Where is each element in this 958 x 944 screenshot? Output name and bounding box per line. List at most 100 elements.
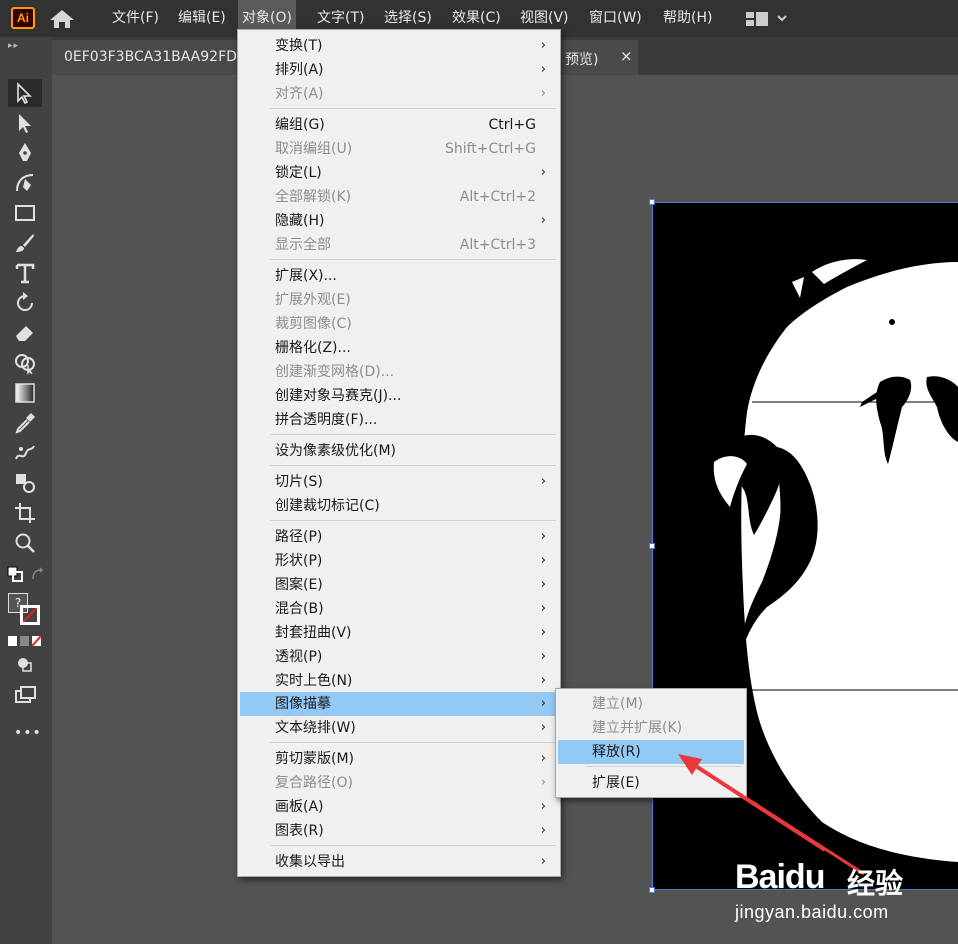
screen-mode-icon[interactable] xyxy=(8,681,42,709)
chevron-right-icon: › xyxy=(540,553,546,568)
curvature-tool-icon[interactable] xyxy=(8,169,42,197)
chevron-right-icon: › xyxy=(540,62,546,77)
menu-separator xyxy=(270,434,556,435)
chevron-right-icon: › xyxy=(540,529,546,544)
menu-help[interactable]: 帮助(H) xyxy=(659,0,716,37)
chevron-right-icon: › xyxy=(540,854,546,869)
menu-item-flatten-transparency[interactable]: 拼合透明度(F)... xyxy=(240,408,558,432)
chevron-right-icon: › xyxy=(540,38,546,53)
draw-mode-icon[interactable] xyxy=(8,651,42,679)
menu-edit[interactable]: 编辑(E) xyxy=(174,0,230,37)
menu-item-align: 对齐(A) › xyxy=(240,82,558,106)
menu-item-envelope-distort[interactable]: 封套扭曲(V) › xyxy=(240,621,558,645)
menu-item-object-mosaic[interactable]: 创建对象马赛克(J)... xyxy=(240,384,558,408)
menu-separator xyxy=(270,520,556,521)
menu-item-unlock-all: 全部解锁(K) Alt+Ctrl+2 xyxy=(275,189,536,205)
submenu-item-make: 建立(M) xyxy=(592,696,644,712)
menu-item-compound-path: 复合路径(O) › xyxy=(240,771,558,795)
gradient-tool-icon[interactable] xyxy=(8,379,42,407)
color-mode-icons[interactable] xyxy=(8,635,42,647)
rotate-tool-icon[interactable] xyxy=(8,289,42,317)
eraser-tool-icon[interactable] xyxy=(8,319,42,347)
chevron-right-icon: › xyxy=(540,577,546,592)
menu-item-hide[interactable]: 隐藏(H) › xyxy=(240,209,558,233)
puppet-warp-tool-icon[interactable] xyxy=(8,439,42,467)
watermark-brand-cn: 经验 xyxy=(847,868,904,899)
chevron-right-icon: › xyxy=(540,165,546,180)
tools-panel: ▸▸ ? ••• xyxy=(0,37,52,944)
symbol-sprayer-tool-icon[interactable] xyxy=(8,469,42,497)
menu-item-transform[interactable]: 变换(T) › xyxy=(240,34,558,58)
menu-item-trim-marks[interactable]: 创建裁切标记(C) xyxy=(240,494,558,518)
menu-item-slice[interactable]: 切片(S) › xyxy=(240,470,558,494)
chevron-right-icon: › xyxy=(540,625,546,640)
menu-item-perspective[interactable]: 透视(P) › xyxy=(240,645,558,669)
chevron-right-icon: › xyxy=(540,823,546,838)
chevron-right-icon: › xyxy=(540,601,546,616)
menu-item-path[interactable]: 路径(P) › xyxy=(240,525,558,549)
menu-separator xyxy=(270,742,556,743)
menu-window[interactable]: 窗口(W) xyxy=(585,0,646,37)
menu-item-crop-image: 裁剪图像(C) xyxy=(275,316,352,332)
app-logo: Ai xyxy=(11,7,35,29)
swap-fill-stroke-icon[interactable] xyxy=(30,567,46,581)
stroke-swatch[interactable] xyxy=(20,605,40,625)
chevron-right-icon: › xyxy=(540,720,546,735)
watermark-url: jingyan.baidu.com xyxy=(735,902,889,922)
menu-item-image-trace[interactable]: 图像描摹 › xyxy=(240,692,558,716)
menu-item-graph[interactable]: 图表(R) › xyxy=(240,819,558,843)
chevron-right-icon: › xyxy=(540,86,546,101)
menu-separator xyxy=(270,259,556,260)
eyedropper-tool-icon[interactable] xyxy=(8,409,42,437)
menu-item-group[interactable]: 编组(G) Ctrl+G xyxy=(240,113,558,137)
selection-handle[interactable] xyxy=(649,543,655,549)
watermark: Baidu 经验 jingyan.baidu.com xyxy=(735,858,945,928)
more-tools-icon[interactable]: ••• xyxy=(14,725,42,741)
selection-handle[interactable] xyxy=(649,887,655,893)
menu-file[interactable]: 文件(F) xyxy=(108,0,163,37)
menu-item-lock[interactable]: 锁定(L) › xyxy=(240,161,558,185)
menu-item-pixel-perfect[interactable]: 设为像素级优化(M) xyxy=(240,439,558,463)
menu-item-artboards[interactable]: 画板(A) › xyxy=(240,795,558,819)
menu-item-pattern[interactable]: 图案(E) › xyxy=(240,573,558,597)
panel-grip-icon[interactable]: ▸▸ xyxy=(8,41,19,51)
menu-item-collect-for-export[interactable]: 收集以导出 › xyxy=(240,850,558,874)
selection-handle[interactable] xyxy=(649,199,655,205)
submenu-item-make-and-expand: 建立并扩展(K) xyxy=(592,720,683,736)
menu-item-rasterize[interactable]: 栅格化(Z)... xyxy=(240,336,558,360)
chevron-right-icon: › xyxy=(540,213,546,228)
pen-tool-icon[interactable] xyxy=(8,139,42,167)
paintbrush-tool-icon[interactable] xyxy=(8,229,42,257)
default-fill-stroke-icon[interactable] xyxy=(7,566,23,582)
rectangle-tool-icon[interactable] xyxy=(8,199,42,227)
fill-stroke-swatches[interactable]: ? xyxy=(8,593,42,627)
menu-item-clipping-mask[interactable]: 剪切蒙版(M) › xyxy=(240,747,558,771)
document-tab-view-mode: 预览) xyxy=(565,52,599,68)
menu-separator xyxy=(270,108,556,109)
close-tab-icon[interactable]: × xyxy=(620,47,633,65)
chevron-right-icon: › xyxy=(540,799,546,814)
menu-item-gradient-mesh: 创建渐变网格(D)... xyxy=(275,364,395,380)
document-tab-name: 0EF03F3BCA31BAA92FD xyxy=(64,49,237,65)
menu-separator xyxy=(270,465,556,466)
chevron-right-icon: › xyxy=(540,775,546,790)
artboard-tool-icon[interactable] xyxy=(8,499,42,527)
menu-item-expand-appearance: 扩展外观(E) xyxy=(275,292,351,308)
type-tool-icon[interactable] xyxy=(8,259,42,287)
menu-item-arrange[interactable]: 排列(A) › xyxy=(240,58,558,82)
menu-item-ungroup: 取消编组(U) Shift+Ctrl+G xyxy=(275,141,536,157)
chevron-right-icon: › xyxy=(540,696,546,711)
shape-builder-tool-icon[interactable] xyxy=(8,349,42,377)
menu-item-expand[interactable]: 扩展(X)... xyxy=(240,264,558,288)
menu-item-live-paint[interactable]: 实时上色(N) › xyxy=(240,669,558,693)
menu-item-shape[interactable]: 形状(P) › xyxy=(240,549,558,573)
direct-selection-tool-icon[interactable] xyxy=(8,109,42,137)
selection-tool-icon[interactable] xyxy=(8,79,42,107)
chevron-right-icon: › xyxy=(540,474,546,489)
home-icon[interactable] xyxy=(48,8,76,30)
zoom-tool-icon[interactable] xyxy=(8,529,42,557)
menu-item-text-wrap[interactable]: 文本绕排(W) › xyxy=(240,716,558,740)
workspace-switcher-icon[interactable] xyxy=(745,10,791,28)
chevron-right-icon: › xyxy=(540,751,546,766)
menu-item-blend[interactable]: 混合(B) › xyxy=(240,597,558,621)
